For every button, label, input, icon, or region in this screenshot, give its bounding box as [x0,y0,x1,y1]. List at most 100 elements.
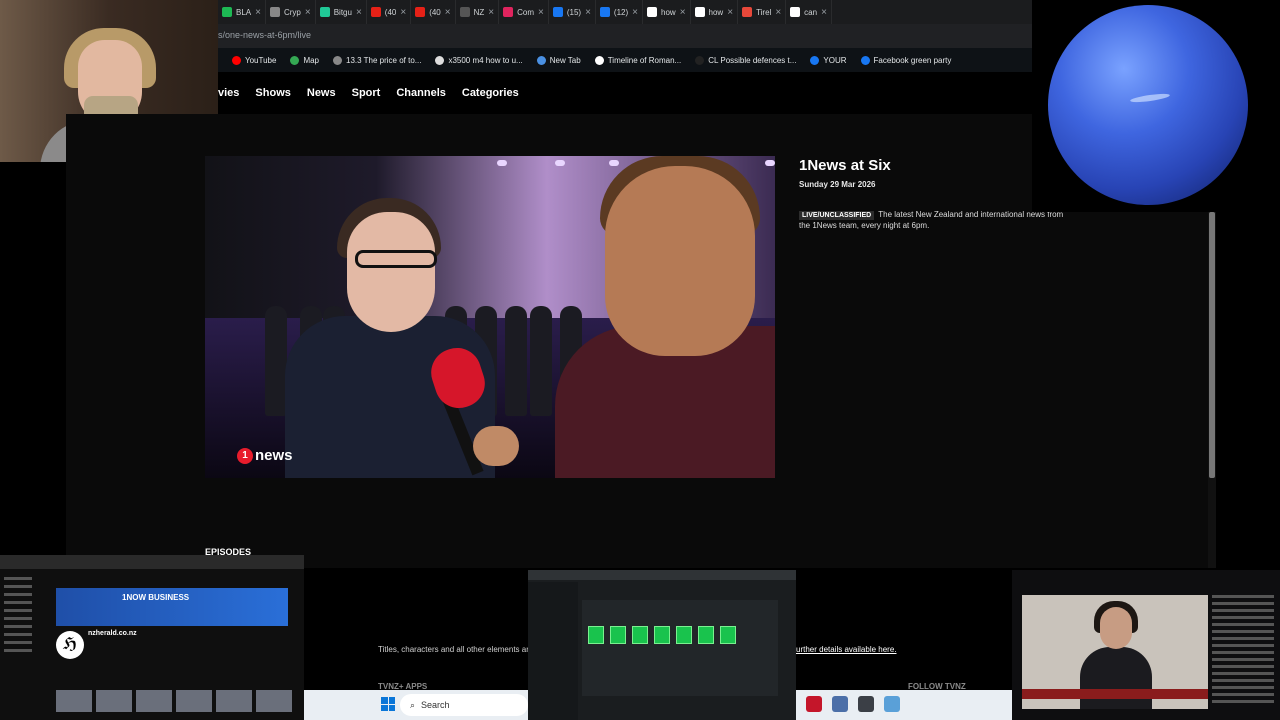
close-icon[interactable]: × [356,7,362,18]
episode-title: 1News at Six [799,157,891,174]
close-icon[interactable]: × [585,7,591,18]
bookmark-favicon-icon [536,55,546,65]
channel-name: nzherald.co.nz [88,630,137,637]
bookmark-item[interactable]: 13.3 The price of to... [333,55,421,65]
close-icon[interactable]: × [305,7,311,18]
bookmark-item[interactable]: Timeline of Roman... [594,55,681,65]
tab-favicon-icon [552,7,563,17]
bookmark-label: Facebook green party [873,55,952,65]
nav-item[interactable]: News [307,87,336,99]
news-logo-icon: 1 [237,447,253,464]
bookmark-favicon-icon [435,55,445,65]
close-icon[interactable]: × [488,7,494,18]
tab-favicon-icon [599,7,610,17]
tab-label: how [661,7,676,17]
video-player[interactable] [205,156,775,478]
browser-tab[interactable]: (40 × [411,0,456,24]
browser-tab[interactable]: BLA × [218,0,266,24]
app-icon[interactable] [858,696,874,712]
bookmark-item[interactable]: x3500 m4 how to u... [435,55,523,65]
nav-item[interactable]: Sport [352,87,381,99]
browser-tab[interactable]: (40 × [367,0,412,24]
details-link[interactable]: urther details available here. [796,645,897,654]
tab-favicon-icon [370,7,381,17]
app-window-thumbnail[interactable] [528,570,796,720]
tab-label: NZ [473,7,485,17]
bookmark-label: New Tab [549,55,581,65]
browser-tab[interactable]: Bitgu × [316,0,367,24]
nzherald-logo-icon: ℌ [56,631,84,659]
bookmark-item[interactable]: YOUR [810,55,847,65]
youtube-window-thumbnail[interactable]: 1NOW BUSINESS ℌ nzherald.co.nz [0,555,304,720]
close-icon[interactable]: × [632,7,638,18]
classification-badge: LIVE/UNCLASSIFIED [799,211,875,220]
bookmark-favicon-icon [232,55,241,65]
bookmark-favicon-icon [810,55,820,65]
tab-label: how [708,7,724,17]
search-label: Search [421,700,450,710]
channel-logo-bug: 1 news [237,447,293,464]
channel-banner-text: 1NOW BUSINESS [122,593,190,602]
browser-tab[interactable]: can × [786,0,832,24]
nav-item[interactable]: Shows [255,87,290,99]
close-icon[interactable]: × [538,7,544,18]
bookmark-item[interactable]: YouTube [232,55,277,65]
taskbar-search[interactable]: ⌕ Search [400,694,528,716]
app-icon[interactable] [806,696,822,712]
browser-tab[interactable]: NZ × [456,0,500,24]
tab-label: (40 [384,7,397,17]
nav-item[interactable]: Categories [462,87,519,99]
browser-tab[interactable]: Tirel × [738,0,787,24]
close-icon[interactable]: × [680,7,686,18]
address-bar[interactable] [218,24,1032,48]
stream-window-thumbnail[interactable] [1012,570,1280,720]
bookmark-favicon-icon [290,55,300,65]
browser-tab[interactable]: Com × [499,0,549,24]
tab-label: Com [517,7,534,17]
bookmark-item[interactable]: Facebook green party [860,55,952,65]
bookmark-label: YOUR [823,55,847,65]
tab-favicon-icon [790,7,801,17]
close-icon[interactable]: × [400,7,406,18]
tab-favicon-icon [319,7,330,17]
tab-favicon-icon [694,7,705,17]
tab-favicon-icon [415,7,426,17]
tab-label: Tirel [756,7,772,17]
tab-label: Cryp [283,7,301,17]
url-text[interactable]: s/one-news-at-6pm/live [218,30,311,40]
nav-item[interactable]: Channels [396,87,446,99]
bookmark-item[interactable]: CL Possible defences t... [695,55,797,65]
bookmark-item[interactable]: Map [290,55,319,65]
app-icon[interactable] [884,696,900,712]
bookmark-label: CL Possible defences t... [708,55,797,65]
bookmark-item[interactable]: New Tab [536,55,581,65]
close-icon[interactable]: × [445,7,451,18]
browser-tab[interactable]: Cryp × [266,0,316,24]
close-icon[interactable]: × [775,7,781,18]
close-icon[interactable]: × [255,7,261,18]
settings-icon[interactable] [832,696,848,712]
bookmark-favicon-icon [860,55,870,65]
tab-label: (40 [429,7,441,17]
windows-start-icon[interactable] [381,697,395,711]
bookmark-favicon-icon [333,55,342,65]
bookmark-label: YouTube [245,55,277,65]
bookmark-favicon-icon [594,55,604,65]
scrollbar-thumb[interactable] [1209,212,1215,478]
bookmark-favicon-icon [695,55,705,65]
bookmarks-bar: YouTube Map 13.3 The price of to... x3500 m… [218,48,1032,72]
close-icon[interactable]: × [727,7,733,18]
browser-tab[interactable]: (12) × [596,0,643,24]
tab-favicon-icon [647,7,657,17]
bookmark-label: Map [303,55,319,65]
browser-tab[interactable]: how × [691,0,739,24]
close-icon[interactable]: × [821,7,827,18]
tab-label: (15) [566,7,582,17]
episode-description: LIVE/UNCLASSIFIED The latest New Zealand … [799,210,1067,231]
neptune-image [1048,5,1248,205]
nav-item[interactable]: vies [218,87,239,99]
browser-tab[interactable]: how × [643,0,691,24]
bookmark-label: x3500 m4 how to u... [448,55,523,65]
tab-favicon-icon [503,7,514,17]
browser-tab[interactable]: (15) × [549,0,596,24]
